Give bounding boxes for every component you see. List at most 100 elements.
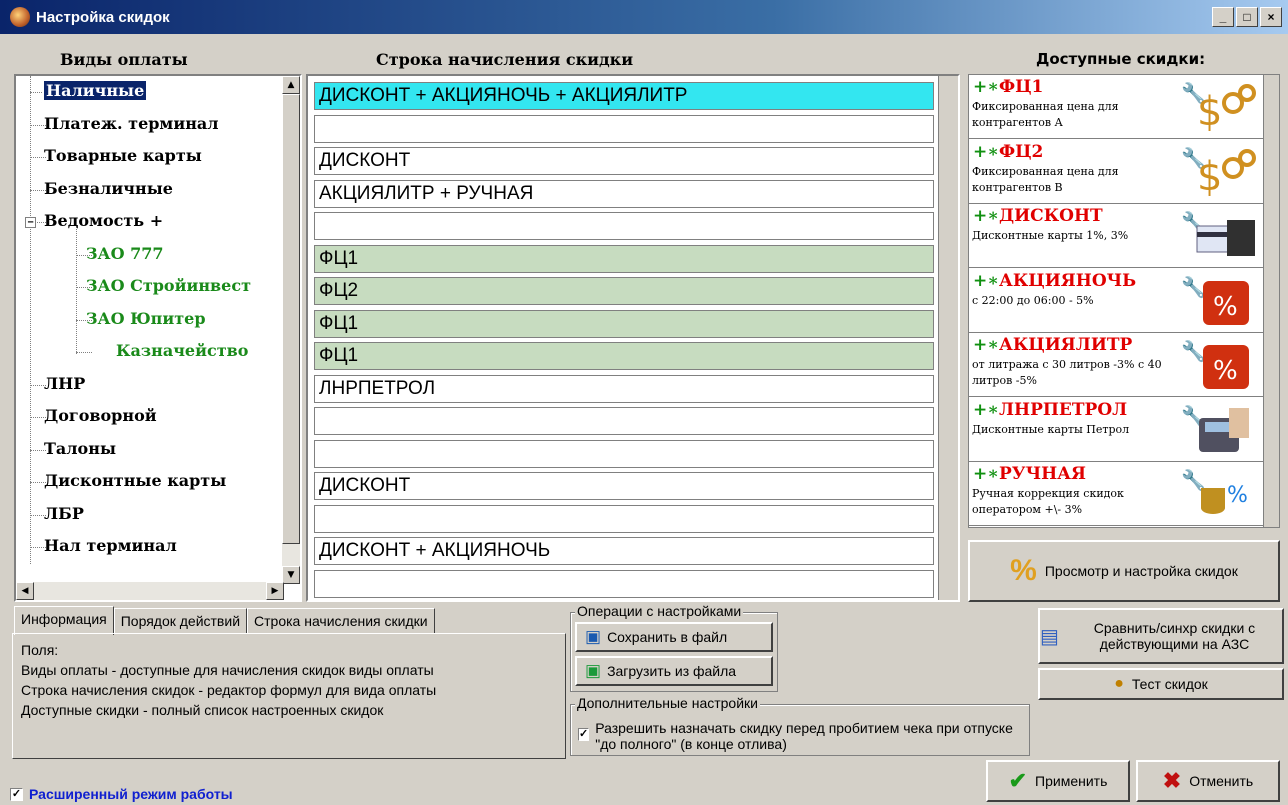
svg-text:$: $ [1197,89,1222,133]
tree-item[interactable]: Дисконтные карты [16,466,284,498]
tab-information[interactable]: Информация [14,606,114,635]
discount-prefix: +∗ [973,464,999,484]
formula-row[interactable] [314,212,934,240]
formula-row[interactable]: ДИСКОНТ [314,147,934,175]
discount-name: +∗ФЦ2 [973,142,1043,162]
formula-list: ДИСКОНТ + АКЦИЯНОЧЬ + АКЦИЯЛИТР ДИСКОНТ АК… [306,74,960,602]
tree-item[interactable]: − Ведомость + [16,206,284,238]
apply-button[interactable]: ✔ Применить [986,760,1130,802]
formula-row[interactable]: АКЦИЯЛИТР + РУЧНАЯ [314,179,934,208]
tree-item[interactable]: Нал терминал [16,531,284,563]
formula-row[interactable]: ФЦ1 [314,342,934,370]
payment-types-tree[interactable]: Наличные Платеж. терминал Товарные карты Бе… [14,74,302,602]
app-icon [10,7,30,27]
extended-mode-row[interactable]: ✓ Расширенный режим работы [10,786,233,802]
discount-name-text: ФЦ1 [999,77,1044,97]
card-reader-icon [1193,210,1257,262]
tree-collapse-icon[interactable]: − [25,217,36,228]
tree-item-label: Нал терминал [44,536,177,555]
formula-scrollbar[interactable] [938,76,958,600]
tree-item[interactable]: ЛНР [16,369,284,401]
discount-card-ручная[interactable]: +∗РУЧНАЯ Ручная коррекция скидок оператор… [969,462,1263,526]
discount-name: +∗ЛНРПЕТРОЛ [973,400,1127,420]
tab-action-order[interactable]: Порядок действий [113,608,248,634]
formula-row[interactable] [314,439,934,468]
title-bar[interactable]: Настройка скидок _ □ × [0,0,1288,34]
allow-discount-checkbox[interactable]: ✓ [578,728,590,741]
allow-discount-checkbox-row[interactable]: ✓ Разрешить назначать скидку перед проби… [578,720,1026,752]
formula-row[interactable] [314,407,934,435]
scroll-thumb[interactable] [282,94,300,544]
tab-formula[interactable]: Строка начисления скидки [247,608,435,634]
tree-item[interactable]: ЛБР [16,499,284,531]
formula-row[interactable]: ДИСКОНТ [314,472,934,500]
cancel-button[interactable]: ✖ Отменить [1136,760,1280,802]
discount-card-акцияночь[interactable]: +∗АКЦИЯНОЧЬ с 22:00 до 06:00 - 5% 🔧% [969,268,1263,333]
tree-item[interactable]: Казначейство [16,336,284,368]
minimize-button[interactable]: _ [1212,7,1234,27]
discount-name-text: РУЧНАЯ [999,464,1087,484]
save-to-file-button[interactable]: ▣ Сохранить в файл [575,622,773,652]
formula-row[interactable] [314,504,934,533]
tree-item-label: ЗАО 777 [86,243,164,263]
tree-item-label: Дисконтные карты [44,471,227,490]
tree-item[interactable]: Наличные [16,76,284,108]
formula-row[interactable] [314,114,934,143]
compare-sync-button[interactable]: ▤ Сравнить/синхр скидки с действующими н… [1038,608,1284,664]
test-discounts-button[interactable]: ● Тест скидок [1038,668,1284,700]
view-setup-discounts-button[interactable]: % Просмотр и настройка скидок [968,540,1280,602]
svg-text:%: % [1213,356,1238,386]
discount-card-акциялитр[interactable]: +∗АКЦИЯЛИТР от литража с 30 литров -3% с … [969,333,1263,397]
scroll-left-button[interactable]: ◀ [16,582,34,600]
tree-item-label: ЗАО Стройинвест [86,276,251,295]
discount-card-лнрпетрол[interactable]: +∗ЛНРПЕТРОЛ Дисконтные карты Петрол 🔧 [969,397,1263,462]
discount-prefix: +∗ [973,77,999,97]
scroll-up-button[interactable]: ▲ [282,76,300,94]
formula-row[interactable] [314,569,934,598]
load-from-file-button[interactable]: ▣ Загрузить из файла [575,656,773,686]
formula-row[interactable]: ДИСКОНТ + АКЦИЯНОЧЬ [314,537,934,565]
tree-item[interactable]: Платеж. терминал [16,109,284,141]
close-button[interactable]: × [1260,7,1282,27]
discount-prefix: +∗ [973,399,999,420]
percent-dice-icon: % [1193,339,1257,391]
tree-item[interactable]: ЗАО Стройинвест [16,271,284,303]
discount-card-фц1[interactable]: +∗ФЦ1 Фиксированная цена для контрагентов… [969,75,1263,139]
tree-item-label: Товарные карты [44,146,202,165]
formula-row[interactable]: ДИСКОНТ + АКЦИЯНОЧЬ + АКЦИЯЛИТР [314,82,934,110]
discount-name: +∗ФЦ1 [973,77,1043,97]
discount-card-фц2[interactable]: +∗ФЦ2 Фиксированная цена для контрагентов… [969,139,1263,204]
discount-prefix: +∗ [973,206,999,226]
info-line: Доступные скидки - полный список настрое… [21,702,384,718]
scroll-down-button[interactable]: ▼ [282,566,300,584]
discount-name-text: ЛНРПЕТРОЛ [999,399,1128,420]
formula-row[interactable]: ФЦ1 [314,309,934,338]
extended-mode-checkbox[interactable]: ✓ [10,787,23,801]
discounts-scrollbar[interactable] [1263,75,1279,527]
tree-item[interactable]: Товарные карты [16,141,284,173]
percent-dice-icon: % [1193,275,1257,327]
chain-dollar-icon: $ [1193,81,1257,135]
discount-card-дисконт[interactable]: +∗ДИСКОНТ Дисконтные карты 1%, 3% 🔧 [969,204,1263,268]
discount-name-text: АКЦИЯЛИТР [999,335,1133,355]
operations-group-label: Операции с настройками [575,603,744,619]
tree-item-label: Ведомость + [44,211,164,230]
scroll-right-button[interactable]: ▶ [266,582,284,600]
tree-item[interactable]: Талоны [16,434,284,466]
tree-item-label: Наличные [42,80,148,101]
info-line: Строка начисления скидок - редактор форм… [21,682,437,698]
discount-settings-window: Настройка скидок _ □ × Виды оплаты Строк… [0,0,1288,805]
tree-item[interactable]: ЗАО 777 [16,239,284,271]
tree-item[interactable]: Договорной [16,401,284,433]
formula-row[interactable]: ФЦ2 [314,277,934,305]
formula-row[interactable]: ФЦ1 [314,244,934,273]
tree-item[interactable]: ЗАО Юпитер [16,304,284,336]
maximize-button[interactable]: □ [1236,7,1258,27]
tree-vertical-scrollbar[interactable]: ▲ ▼ [282,76,300,584]
tree-item-label: Казначейство [116,341,249,360]
tree-item[interactable]: Безналичные [16,174,284,206]
formula-row[interactable]: ЛНРПЕТРОЛ [314,374,934,403]
window-title: Настройка скидок [36,8,170,26]
info-line: Виды оплаты - доступные для начисления с… [21,662,434,678]
tree-horizontal-scrollbar[interactable]: ◀ ▶ [16,582,284,600]
